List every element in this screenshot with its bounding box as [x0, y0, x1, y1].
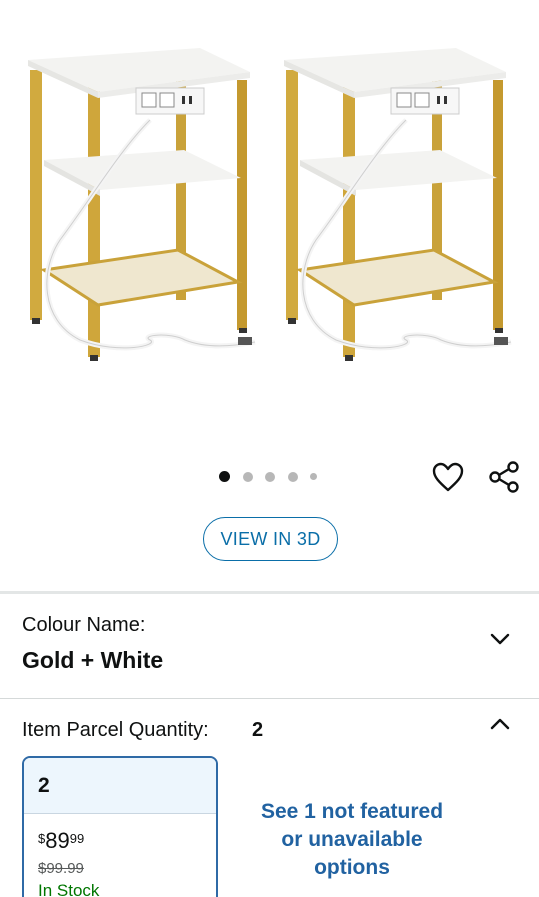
chevron-up-icon[interactable]	[489, 717, 511, 731]
quantity-selector: Item Parcel Quantity: 2 2 $ 89 99 $99.99…	[0, 699, 539, 897]
carousel-dot-4[interactable]	[287, 471, 298, 482]
was-price: $99.99	[38, 860, 84, 877]
colour-selector[interactable]: Colour Name: Gold + White	[0, 594, 539, 698]
price-currency: $	[38, 831, 46, 846]
product-image-gallery[interactable]	[0, 0, 539, 455]
colour-label: Colour Name:	[22, 614, 146, 636]
option-title: 2	[24, 758, 216, 814]
carousel-dot-1[interactable]	[219, 471, 230, 482]
option-price: $ 89 99	[38, 828, 202, 854]
colour-value: Gold + White	[22, 647, 164, 673]
see-unavailable-options-link[interactable]: See 1 not featured or unavailable option…	[252, 798, 452, 882]
heart-icon[interactable]	[431, 461, 465, 493]
table-left	[28, 48, 256, 361]
table-right	[284, 48, 512, 361]
quantity-label: Item Parcel Quantity:	[22, 719, 209, 741]
share-icon[interactable]	[487, 460, 521, 494]
carousel-dot-2[interactable]	[242, 471, 253, 482]
product-image	[28, 48, 512, 361]
carousel-dots[interactable]	[219, 471, 330, 482]
view-in-3d-button[interactable]: VIEW IN 3D	[203, 517, 338, 561]
stock-status: In Stock	[38, 881, 100, 897]
chevron-down-icon[interactable]	[489, 632, 511, 646]
quantity-value: 2	[252, 719, 264, 741]
carousel-dot-5[interactable]	[310, 473, 317, 480]
carousel-dot-3[interactable]	[265, 471, 275, 482]
price-whole: 89	[45, 828, 70, 853]
quantity-option-card[interactable]: 2 $ 89 99 $99.99 In Stock	[22, 756, 218, 897]
price-fraction: 99	[69, 831, 85, 846]
